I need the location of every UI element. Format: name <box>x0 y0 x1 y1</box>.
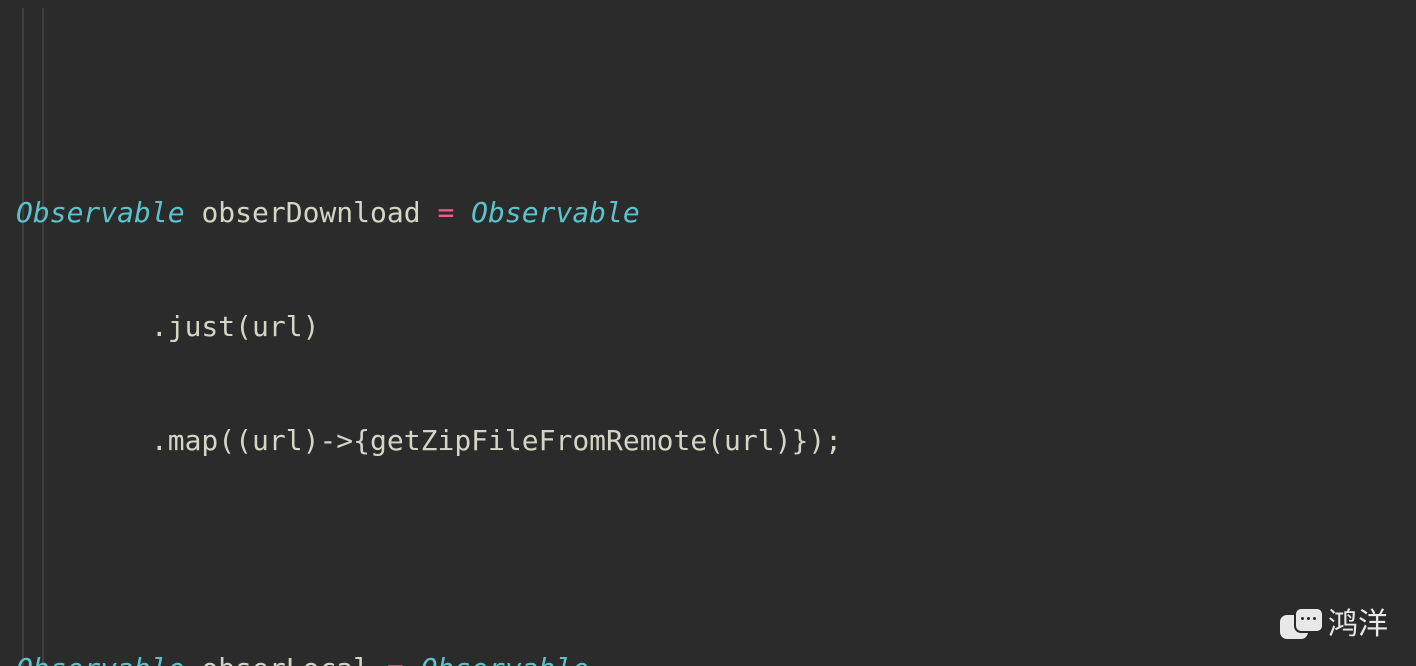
blank-line <box>16 536 1416 574</box>
method: map <box>168 424 219 457</box>
code-editor[interactable]: Observable obserDownload = Observable .j… <box>0 0 1416 666</box>
chat-icon <box>1280 607 1322 643</box>
type-name: Observable <box>16 196 185 229</box>
class-ref: Observable <box>421 652 590 666</box>
watermark-text: 鸿洋 <box>1328 606 1388 644</box>
code-line: Observable obserDownload = Observable <box>16 194 1416 232</box>
type-name: Observable <box>16 652 185 666</box>
assign-op: = <box>387 652 404 666</box>
lambda-arrow: -> <box>319 424 353 457</box>
watermark: 鸿洋 <box>1280 606 1388 644</box>
code-line: Observable obserLocal = Observable <box>16 650 1416 666</box>
assign-op: = <box>437 196 454 229</box>
method: just <box>168 310 235 343</box>
code-line: .map((url)->{getZipFileFromRemote(url)})… <box>16 422 1416 460</box>
variable: obserLocal <box>201 652 370 666</box>
variable: obserDownload <box>201 196 420 229</box>
code-line: .just(url) <box>16 308 1416 346</box>
class-ref: Observable <box>471 196 640 229</box>
